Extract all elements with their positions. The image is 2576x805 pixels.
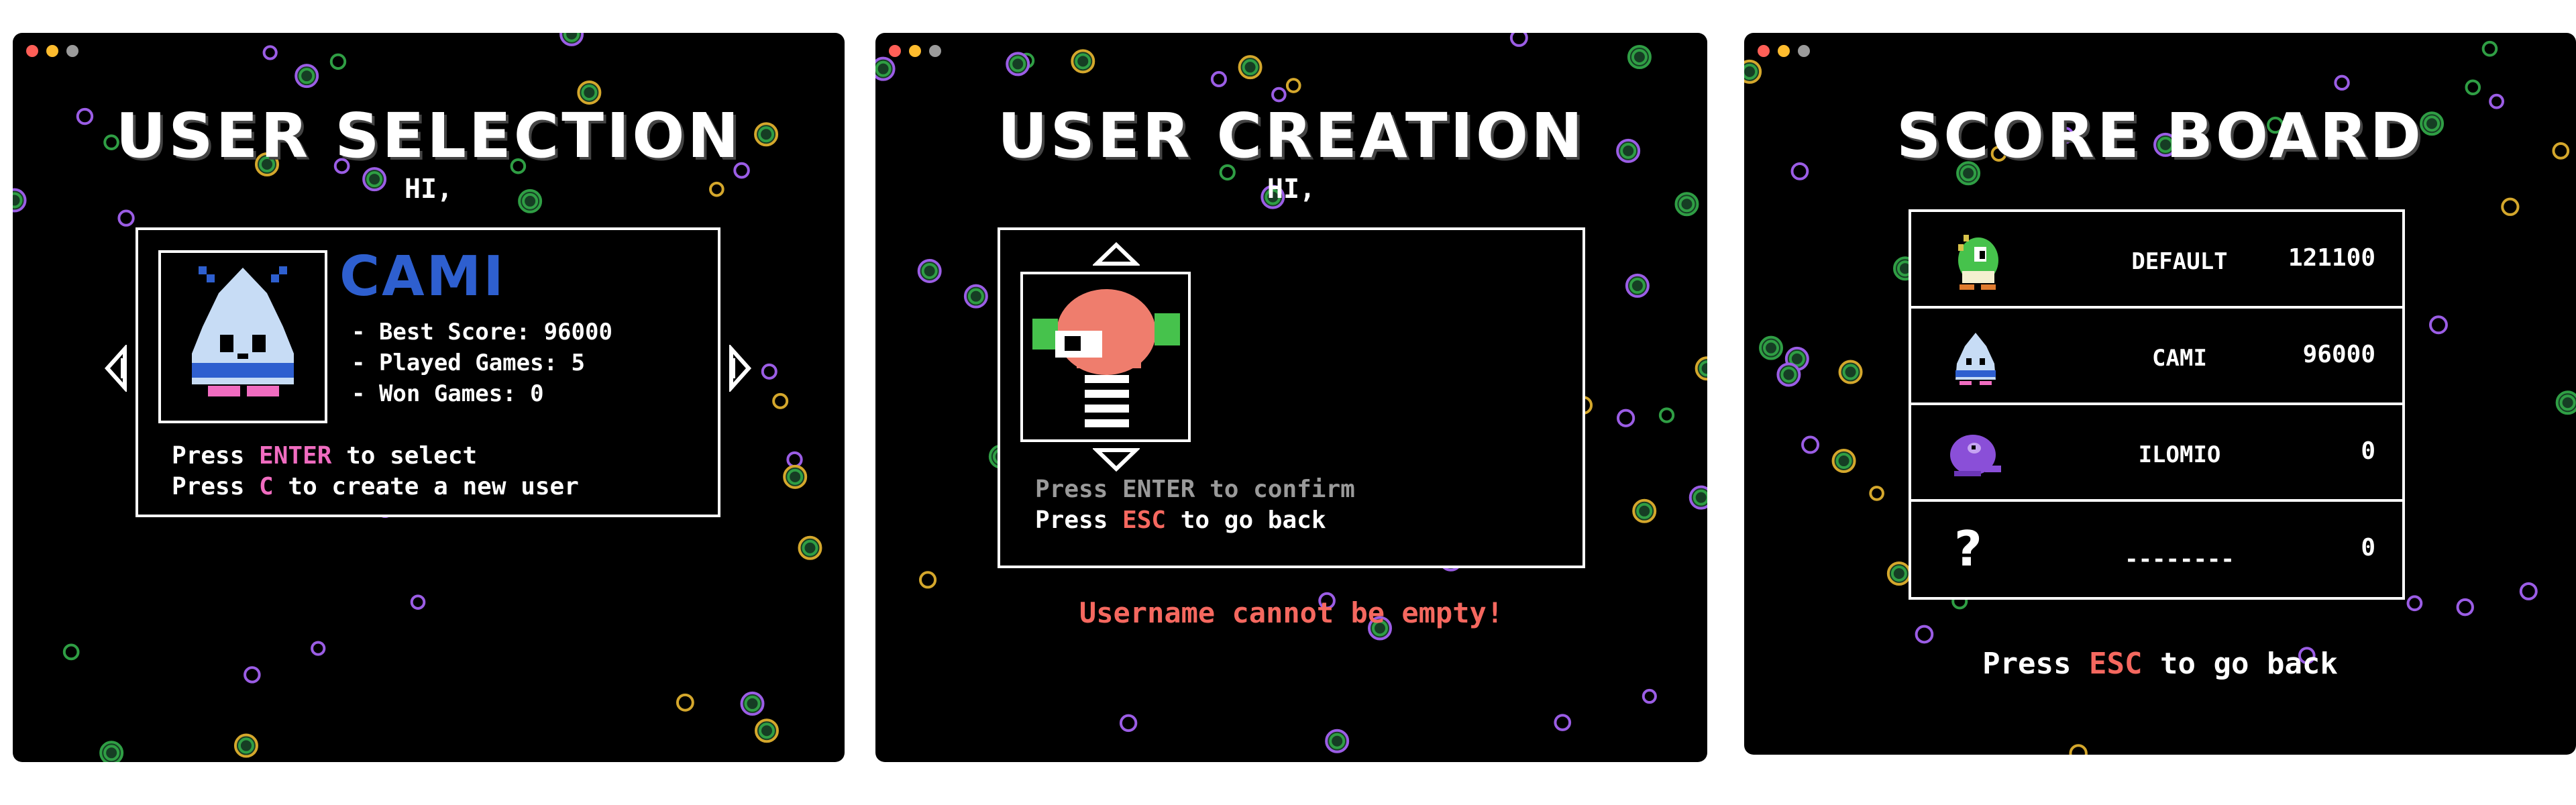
bubble [2456, 598, 2474, 616]
window-controls [889, 45, 941, 57]
bubble [919, 571, 937, 589]
minimize-button[interactable] [46, 45, 58, 57]
close-button[interactable] [889, 45, 901, 57]
score-table: DEFAULT 121100 CAMI 96000 ILOMIO 0 ? ---… [1909, 209, 2405, 600]
username: CAMI [339, 245, 506, 309]
minimize-button[interactable] [1778, 45, 1790, 57]
page-title: SCORE BOARD [1896, 100, 2424, 172]
back-instruction: Press ESC to go back [1982, 647, 2338, 681]
maximize-button[interactable] [1798, 45, 1810, 57]
bubble [1915, 625, 1934, 644]
player-name: ILOMIO [2138, 441, 2221, 468]
confirm-instruction: Press ENTER to confirm [1035, 476, 1355, 503]
purple-whale-icon [1950, 435, 2001, 476]
user-selection-window: USER SELECTION HI, CAMI - Best Score: 96… [13, 33, 845, 762]
bubble [1285, 78, 1301, 93]
player-name: CAMI [2152, 345, 2207, 372]
esc-key-label: ESC [2089, 647, 2143, 681]
player-score: 96000 [2302, 341, 2375, 368]
bubble [1642, 688, 1657, 704]
bubble [329, 53, 347, 70]
bubble [1271, 87, 1287, 103]
blue-ghost-avatar-icon [192, 266, 294, 396]
table-row: ILOMIO 0 [1911, 405, 2402, 502]
bubble [117, 209, 135, 227]
minimize-button[interactable] [909, 45, 921, 57]
bubble [676, 693, 694, 712]
best-score: - Best Score: 96000 [352, 319, 612, 345]
bubble [1210, 70, 1227, 88]
bubble [1509, 33, 1528, 47]
played-games: - Played Games: 5 [352, 350, 585, 376]
bubble [1869, 486, 1884, 501]
avatar-frame [158, 250, 327, 423]
close-button[interactable] [26, 45, 38, 57]
bubble [2406, 595, 2423, 612]
bubble [410, 594, 426, 610]
bubble [262, 45, 278, 60]
player-name: -------- [2125, 546, 2235, 573]
maximize-button[interactable] [66, 45, 78, 57]
greeting: HI, [404, 174, 453, 205]
score-board-window: SCORE BOARD DEFAULT 121100 CAMI 96000 IL… [1744, 33, 2576, 755]
player-score: 0 [2361, 437, 2375, 465]
create-instruction: Press C to create a new user [172, 473, 579, 500]
avatar-frame [1020, 272, 1191, 442]
table-row: DEFAULT 121100 [1911, 212, 2402, 309]
bubble [1554, 714, 1572, 731]
close-button[interactable] [1758, 45, 1770, 57]
maximize-button[interactable] [929, 45, 941, 57]
bubble [1801, 435, 1820, 454]
bubble [2069, 744, 2088, 755]
c-key-label: C [259, 473, 274, 500]
creation-card: Press ENTER to confirm Press ESC to go b… [998, 227, 1585, 568]
bubble [2519, 582, 2538, 600]
bubble [786, 451, 803, 468]
bubble [1658, 407, 1675, 423]
question-mark-icon: ? [1954, 521, 1982, 577]
page-title: USER SELECTION [115, 100, 742, 172]
user-card: CAMI - Best Score: 96000 - Played Games:… [136, 227, 720, 517]
bubble [2428, 315, 2448, 335]
right-arrow-icon[interactable] [726, 345, 753, 392]
bubble [1119, 714, 1138, 733]
player-score: 0 [2361, 534, 2375, 561]
green-dragon-icon [1958, 235, 1998, 290]
bubble [244, 666, 261, 684]
blue-ghost-icon [1955, 333, 1996, 385]
greeting: HI, [1267, 174, 1316, 205]
down-arrow-icon[interactable] [1093, 445, 1140, 474]
player-name: DEFAULT [2131, 248, 2228, 275]
bubble [2334, 74, 2350, 91]
error-message: Username cannot be empty! [1079, 596, 1504, 629]
window-controls [26, 45, 78, 57]
up-arrow-icon[interactable] [1093, 239, 1140, 269]
window-controls [1758, 45, 1810, 57]
table-row: ? -------- 0 [1911, 502, 2402, 598]
bubble [2465, 79, 2481, 96]
esc-key-label: ESC [1122, 506, 1167, 534]
player-score: 121100 [2288, 244, 2375, 272]
user-creation-window: USER CREATION HI, Press ENTER to confirm… [875, 33, 1707, 762]
back-instruction: Press ESC to go back [1035, 506, 1326, 534]
left-arrow-icon[interactable] [103, 345, 130, 392]
enter-key-label: ENTER [259, 442, 332, 470]
bubble [761, 363, 777, 380]
won-games: - Won Games: 0 [352, 380, 544, 407]
red-creature-avatar-icon [1032, 289, 1180, 427]
table-row: CAMI 96000 [1911, 309, 2402, 405]
select-instruction: Press ENTER to select [172, 442, 478, 470]
bubble [2481, 40, 2498, 57]
bubble [772, 392, 789, 409]
bubble [311, 641, 326, 656]
bubble [1616, 409, 1635, 427]
page-title: USER CREATION [997, 100, 1586, 172]
bubble [2501, 197, 2520, 216]
bubble [62, 643, 80, 661]
